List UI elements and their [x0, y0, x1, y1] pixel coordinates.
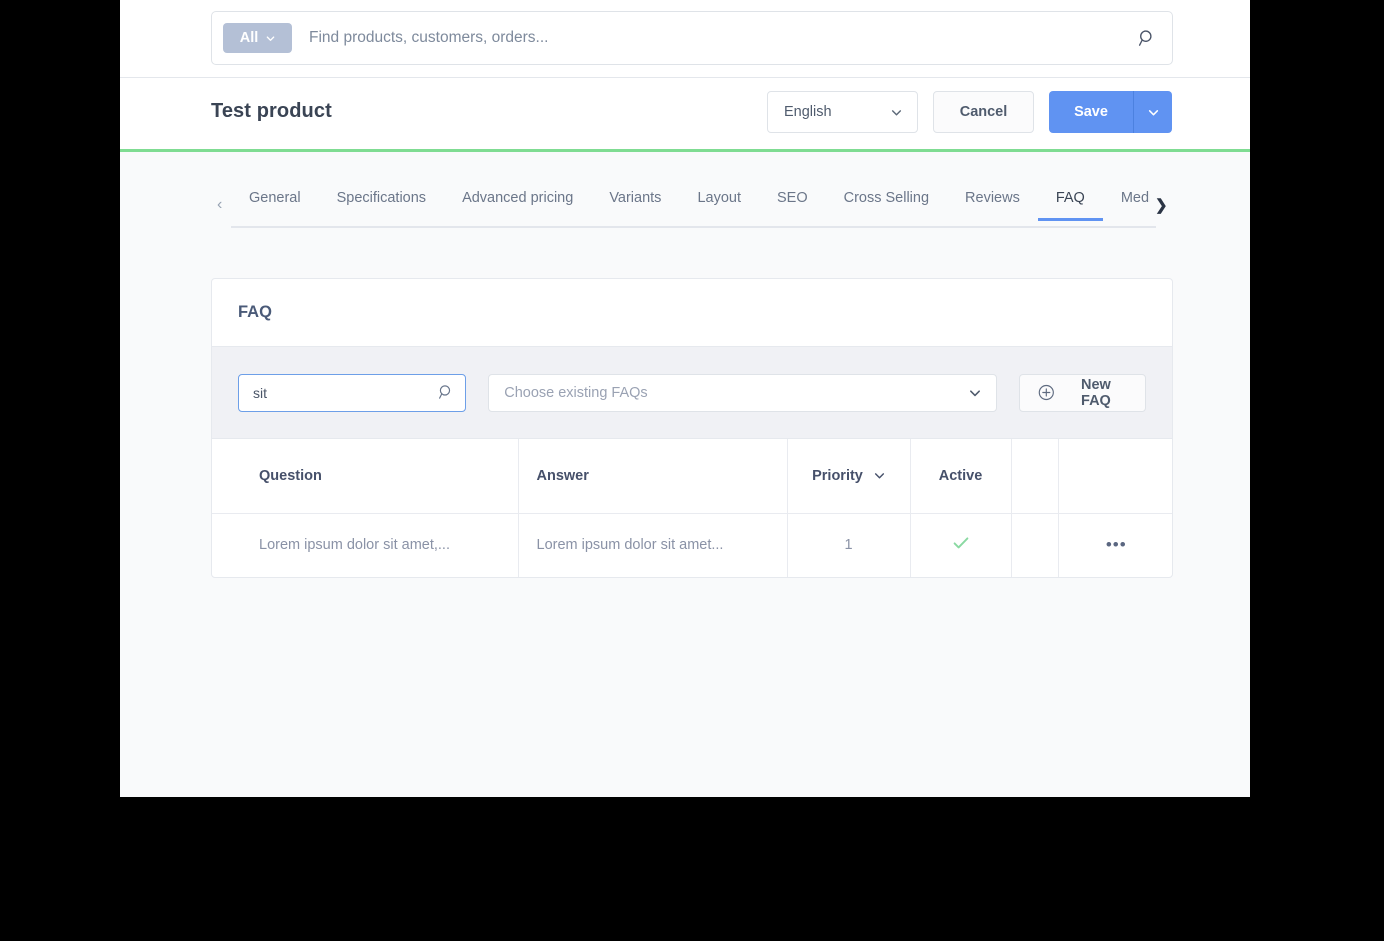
tab-seo[interactable]: SEO [759, 190, 826, 219]
table-row[interactable]: Lorem ipsum dolor sit amet,... Lorem ips… [212, 513, 1172, 577]
tab-variants[interactable]: Variants [591, 190, 679, 219]
table-header-spacer [212, 439, 241, 514]
cell-actions[interactable]: ••• [1058, 513, 1172, 577]
row-spacer [212, 513, 241, 577]
language-select[interactable]: English [767, 91, 918, 133]
page-title: Test product [211, 100, 332, 122]
chevron-down-icon [874, 473, 884, 479]
faq-table-body: Lorem ipsum dolor sit amet,... Lorem ips… [212, 513, 1172, 577]
cell-question: Lorem ipsum dolor sit amet,... [241, 513, 519, 577]
circle-plus-icon [1038, 384, 1055, 401]
tab-layout[interactable]: Layout [679, 190, 759, 219]
save-options-button[interactable] [1133, 91, 1172, 133]
global-search-bar: All [120, 0, 1250, 78]
faq-card: FAQ Choose existing FAQs [211, 278, 1173, 578]
column-header-answer: Answer [518, 439, 788, 514]
column-header-active-label: Active [938, 467, 983, 484]
faq-search [238, 373, 467, 412]
existing-faqs-select-placeholder: Choose existing FAQs [504, 384, 648, 401]
faq-table-head: Question Answer Priority Active [212, 439, 1172, 514]
language-select-value: English [784, 104, 832, 120]
search-icon[interactable] [438, 384, 455, 406]
faq-table: Question Answer Priority Active Lorem ip… [212, 439, 1172, 577]
column-header-actions [1058, 439, 1172, 514]
column-header-question-label: Question [259, 467, 322, 484]
tab-advanced-pricing[interactable]: Advanced pricing [444, 190, 591, 219]
faq-toolbar: Choose existing FAQs New FAQ [212, 347, 1172, 439]
tab-bar: ‹ General Specifications Advanced pricin… [120, 152, 1250, 228]
cell-priority: 1 [787, 513, 911, 577]
search-scope-dropdown[interactable]: All [223, 23, 292, 53]
tab-list: General Specifications Advanced pricing … [231, 190, 1156, 228]
tab-media[interactable]: Medi [1103, 190, 1150, 219]
priority-sort-control[interactable]: Priority [812, 468, 885, 484]
save-button[interactable]: Save [1049, 91, 1133, 133]
faq-card-title: FAQ [238, 303, 272, 321]
faq-card-header: FAQ [212, 279, 1172, 347]
cell-blank [1011, 513, 1059, 577]
tab-cross-selling[interactable]: Cross Selling [826, 190, 947, 219]
search-scope-label: All [239, 30, 259, 46]
page-header: Test product English Cancel Save [120, 78, 1250, 150]
chevron-down-icon [891, 109, 902, 115]
column-header-priority-label: Priority [812, 467, 863, 484]
column-header-question: Question [241, 439, 519, 514]
chevron-down-icon [970, 389, 981, 396]
tab-reviews[interactable]: Reviews [947, 190, 1038, 219]
app-viewport: All Test product English [120, 0, 1250, 797]
chevron-right-icon[interactable]: ❯ [1155, 196, 1168, 214]
chevron-down-icon [266, 35, 275, 41]
table-header-row: Question Answer Priority Active [212, 439, 1172, 514]
cell-answer: Lorem ipsum dolor sit amet... [518, 513, 788, 577]
header-actions: English Cancel Save [767, 91, 1172, 133]
new-faq-button[interactable]: New FAQ [1019, 373, 1147, 412]
cell-active [910, 513, 1012, 577]
check-icon [951, 536, 971, 558]
chevron-left-icon[interactable]: ‹ [217, 196, 222, 214]
column-header-blank [1011, 439, 1059, 514]
cancel-button[interactable]: Cancel [933, 91, 1034, 133]
column-header-active: Active [910, 439, 1012, 514]
search-icon[interactable] [1134, 25, 1160, 51]
tab-faq[interactable]: FAQ [1037, 190, 1103, 221]
new-faq-button-label: New FAQ [1081, 376, 1111, 409]
tab-specifications[interactable]: Specifications [319, 190, 444, 219]
chevron-down-icon [1148, 109, 1158, 115]
ellipsis-icon[interactable]: ••• [1106, 535, 1127, 554]
tab-general[interactable]: General [231, 190, 319, 219]
column-header-answer-label: Answer [536, 467, 589, 484]
faq-search-input[interactable] [238, 373, 467, 412]
save-button-group: Save [1049, 91, 1172, 133]
global-search-field[interactable]: All [211, 11, 1173, 65]
column-header-priority[interactable]: Priority [787, 439, 911, 514]
existing-faqs-select[interactable]: Choose existing FAQs [488, 373, 998, 412]
global-search-input[interactable] [292, 29, 1134, 47]
